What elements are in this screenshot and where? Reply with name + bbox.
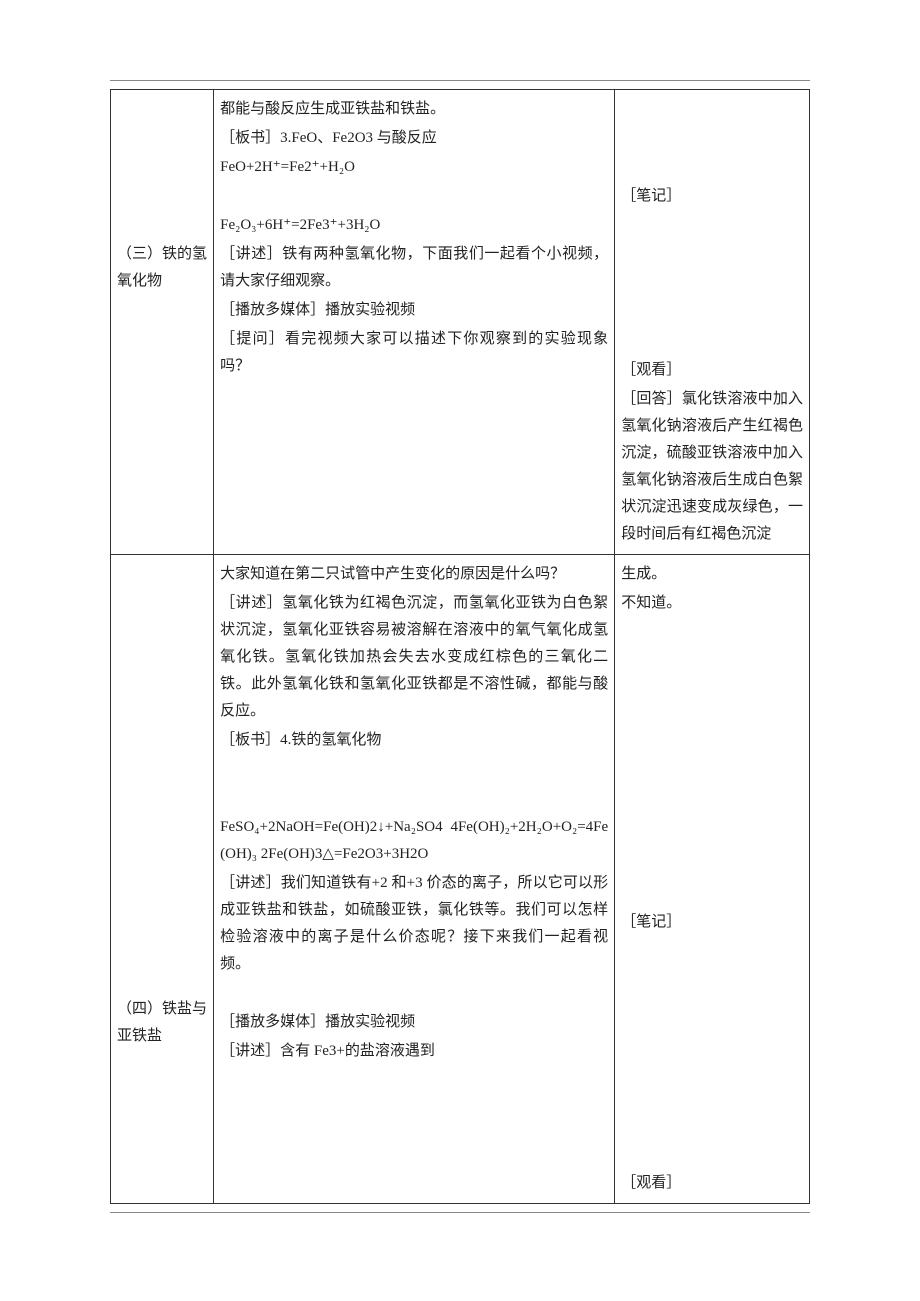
text-line: ［笔记］ [621,183,803,210]
text-line: （三）铁的氢氧化物 [117,241,207,295]
text-line [621,125,803,152]
text-line: ［回答］氯化铁溶液中加入氢氧化钠溶液后产生红褐色沉淀，硫酸亚铁溶液中加入氢氧化钠… [621,386,803,548]
text-line [220,785,608,812]
text-line [621,299,803,326]
text-line [117,735,207,762]
table-row: （四）铁盐与亚铁盐大家知道在第二只试管中产生变化的原因是什么吗？［讲述］氢氧化铁… [111,555,810,1204]
text-line [117,154,207,181]
text-line [117,561,207,588]
text-line: ［讲述］铁有两种氢氧化物，下面我们一起看个小视频，请大家仔细观察。 [220,241,608,295]
text-line [621,270,803,297]
text-line: ［提问］看完视频大家可以描述下你观察到的实验现象吗？ [220,326,608,380]
table-cell: （四）铁盐与亚铁盐 [111,555,214,1204]
text-line [621,328,803,355]
text-line [621,1025,803,1052]
text-line [621,793,803,820]
text-line [621,938,803,965]
text-line [621,619,803,646]
text-line: ［板书］4.铁的氢氧化物 [220,727,608,754]
text-line: ［笔记］ [621,909,803,936]
text-line: 都能与酸反应生成亚铁盐和铁盐。 [220,96,608,123]
text-line: ［观看］ [621,357,803,384]
table-cell: （三）铁的氢氧化物 [111,90,214,555]
text-line [117,590,207,617]
text-line [621,1112,803,1139]
text-line [621,1083,803,1110]
text-line [117,96,207,123]
text-line: 大家知道在第二只试管中产生变化的原因是什么吗？ [220,561,608,588]
lesson-table: （三）铁的氢氧化物都能与酸反应生成亚铁盐和铁盐。［板书］3.FeO、Fe2O3 … [110,89,810,1204]
table-cell: ［笔记］ ［观看］［回答］氯化铁溶液中加入氢氧化钠溶液后产生红褐色沉淀，硫酸亚铁… [615,90,810,555]
text-line: ［讲述］我们知道铁有+2 和+3 价态的离子，所以它可以形成亚铁盐和铁盐，如硫酸… [220,870,608,978]
text-line [117,183,207,210]
text-line [621,967,803,994]
text-line [220,756,608,783]
text-line [621,822,803,849]
text-line: 不知道。 [621,590,803,617]
text-line: ［观看］ [621,1170,803,1197]
text-line: ［播放多媒体］播放实验视频 [220,1009,608,1036]
text-line [621,996,803,1023]
text-line [117,880,207,907]
text-line [621,764,803,791]
text-line [621,154,803,181]
text-line [621,648,803,675]
text-line [117,212,207,239]
text-line [117,938,207,965]
text-line: Fe₂O₃+6H⁺=2Fe3⁺+3H₂O [220,212,608,239]
text-line [117,677,207,704]
text-line [117,851,207,878]
text-line [621,1054,803,1081]
text-line [117,706,207,733]
text-line: FeSO₄+2NaOH=Fe(OH)2↓+Na₂SO4 4Fe(OH)₂+2H₂… [220,814,608,868]
text-line [117,764,207,791]
text-line [621,241,803,268]
text-line [117,967,207,994]
text-line [220,980,608,1007]
table-cell: 大家知道在第二只试管中产生变化的原因是什么吗？［讲述］氢氧化铁为红褐色沉淀，而氢… [214,555,615,1204]
bottom-rule [110,1212,810,1213]
text-line [621,880,803,907]
text-line [621,96,803,123]
table-cell: 生成。不知道。 ［笔记］ ［观看］ [615,555,810,1204]
text-line [621,706,803,733]
text-line: ［播放多媒体］播放实验视频 [220,297,608,324]
text-line [117,909,207,936]
text-line: ［讲述］氢氧化铁为红褐色沉淀，而氢氧化亚铁为白色絮状沉淀，氢氧化亚铁容易被溶解在… [220,590,608,725]
text-line: 生成。 [621,561,803,588]
table-cell: 都能与酸反应生成亚铁盐和铁盐。［板书］3.FeO、Fe2O3 与酸反应FeO+2… [214,90,615,555]
text-line: FeO+2H⁺=Fe2⁺+H₂O [220,154,608,181]
text-line [117,822,207,849]
text-line [621,212,803,239]
text-line [117,619,207,646]
text-line [621,677,803,704]
text-line: ［板书］3.FeO、Fe2O3 与酸反应 [220,125,608,152]
text-line [220,183,608,210]
text-line [117,648,207,675]
table-row: （三）铁的氢氧化物都能与酸反应生成亚铁盐和铁盐。［板书］3.FeO、Fe2O3 … [111,90,810,555]
top-rule [110,80,810,81]
text-line [117,125,207,152]
text-line: ［讲述］含有 Fe3+的盐溶液遇到 [220,1038,608,1065]
text-line [621,735,803,762]
text-line [117,793,207,820]
text-line: （四）铁盐与亚铁盐 [117,996,207,1050]
document-page: （三）铁的氢氧化物都能与酸反应生成亚铁盐和铁盐。［板书］3.FeO、Fe2O3 … [0,0,920,1273]
text-line [621,1141,803,1168]
text-line [621,851,803,878]
